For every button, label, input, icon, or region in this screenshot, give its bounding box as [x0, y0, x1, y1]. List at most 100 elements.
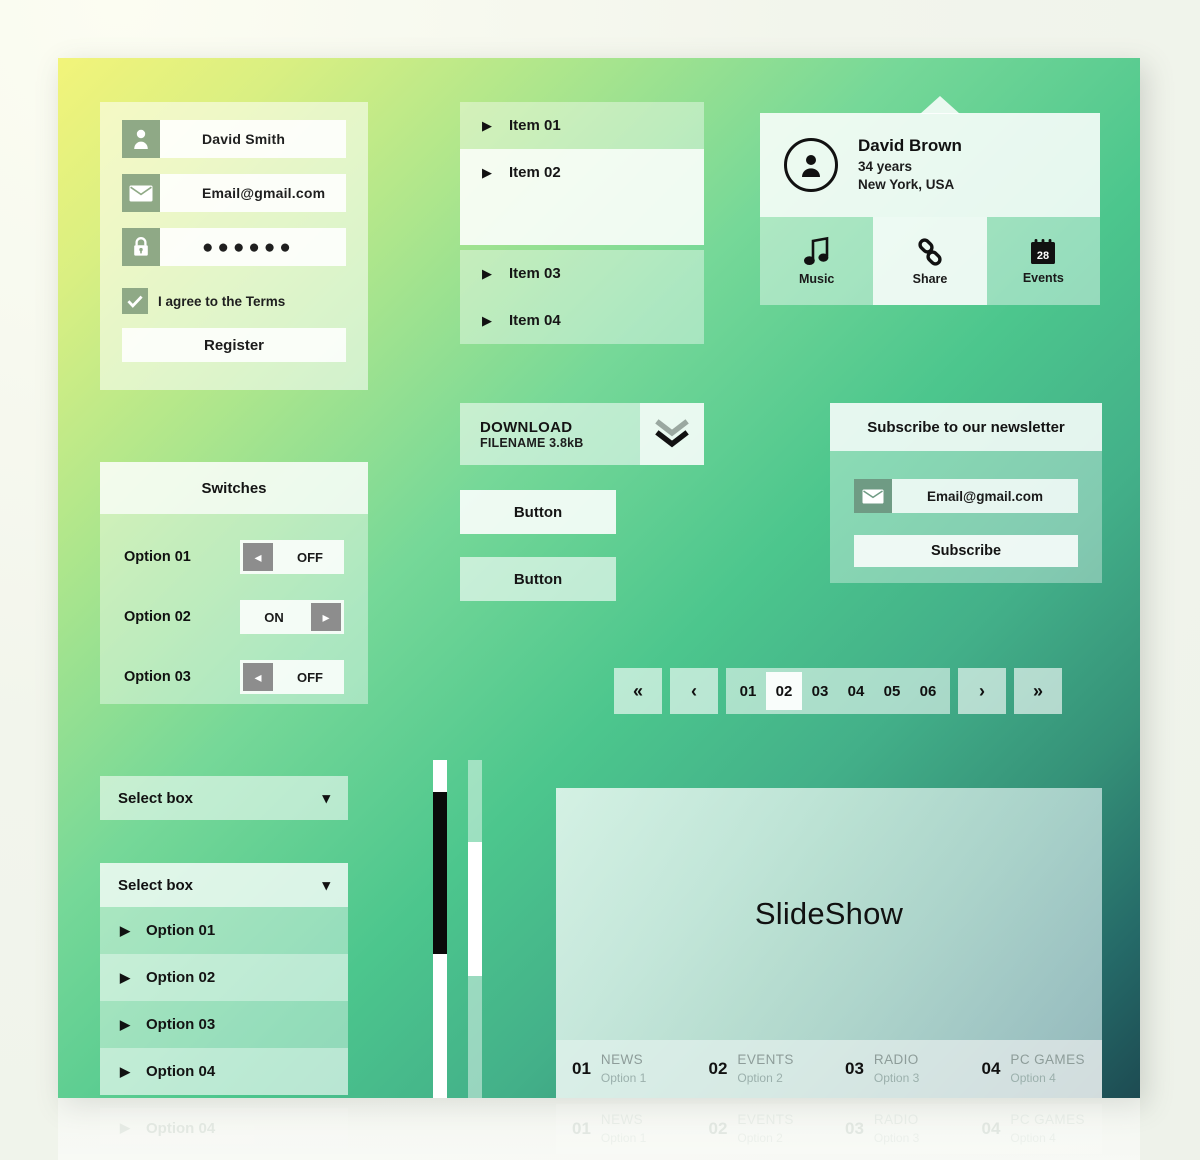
profile-action-share[interactable]: Share — [873, 217, 987, 305]
pagination-page-06[interactable]: 06 — [910, 672, 946, 710]
pagination-page-01[interactable]: 01 — [730, 672, 766, 710]
envelope-icon — [122, 174, 160, 212]
play-caret-icon: ▶ — [120, 969, 130, 985]
reflection-slideshow-tabs: 01 NEWS Option 1 02 EVENTS Option 2 03 R… — [556, 1104, 1102, 1154]
terms-label: I agree to the Terms — [158, 293, 286, 309]
button-primary[interactable]: Button — [460, 490, 616, 534]
accordion-item-label: Item 01 — [509, 117, 561, 134]
select-box-open-header[interactable]: Select box ▾ — [100, 863, 348, 907]
pagination-page-03[interactable]: 03 — [802, 672, 838, 710]
download-text: DOWNLOAD FILENAME 3.8kB — [460, 403, 640, 465]
switches-title: Switches — [100, 462, 368, 514]
reflection-tab-title: EVENTS — [737, 1112, 794, 1127]
profile-header: David Brown 34 years New York, USA — [760, 113, 1100, 217]
music-note-icon — [803, 236, 829, 265]
pagination-first-button[interactable]: « — [614, 668, 662, 714]
accordion-item-4[interactable]: ▶ Item 04 — [460, 297, 704, 344]
pagination-prev-button[interactable]: ‹ — [670, 668, 718, 714]
reflection-tab-text: RADIO Option 3 — [874, 1111, 919, 1147]
play-caret-icon: ▶ — [482, 313, 492, 328]
calendar-day: 28 — [1037, 250, 1049, 262]
accordion-item-3[interactable]: ▶ Item 03 — [460, 250, 704, 297]
play-caret-icon: ▶ — [120, 1120, 130, 1135]
double-chevron-down-icon[interactable] — [640, 403, 704, 465]
accordion-item-1[interactable]: ▶ Item 01 — [460, 102, 704, 149]
select-box-closed[interactable]: Select box ▾ — [100, 776, 348, 820]
reflection-tab-03: 03 RADIO Option 3 — [829, 1104, 966, 1154]
password-field-row[interactable]: ●●●●●● — [122, 228, 346, 266]
name-field-row[interactable]: David Smith — [122, 120, 346, 158]
subscribe-button[interactable]: Subscribe — [854, 535, 1078, 567]
register-button[interactable]: Register — [122, 328, 346, 362]
pagination-page-04[interactable]: 04 — [838, 672, 874, 710]
slideshow-tab-text: EVENTS Option 2 — [737, 1051, 793, 1087]
accordion-item-label: Item 03 — [509, 265, 561, 282]
scrollbar-dark-thumb[interactable] — [433, 792, 447, 954]
name-input[interactable]: David Smith — [160, 120, 346, 158]
slideshow-tab-subtitle: Option 2 — [737, 1071, 783, 1085]
slideshow-stage[interactable]: SlideShow — [556, 788, 1102, 1040]
slideshow-tab-01[interactable]: 01 NEWS Option 1 — [556, 1040, 693, 1098]
select-option-1[interactable]: ▶ Option 01 — [100, 907, 348, 954]
select-option-label: Option 02 — [146, 969, 216, 986]
password-input[interactable]: ●●●●●● — [160, 228, 346, 266]
slideshow-tab-02[interactable]: 02 EVENTS Option 2 — [693, 1040, 830, 1098]
pagination-page-02[interactable]: 02 — [766, 672, 802, 710]
slideshow-tab-subtitle: Option 1 — [600, 1071, 647, 1085]
profile-action-label: Share — [912, 272, 948, 286]
slideshow-tab-03[interactable]: 03 RADIO Option 3 — [829, 1040, 966, 1098]
download-bar[interactable]: DOWNLOAD FILENAME 3.8kB — [460, 403, 704, 465]
scrollbar-dark-track[interactable] — [433, 760, 447, 1098]
button-secondary[interactable]: Button — [460, 557, 616, 601]
slideshow-tabs: 01 NEWS Option 1 02 EVENTS Option 2 03 R… — [556, 1040, 1102, 1098]
pagination: « ‹ 01 02 03 04 05 06 › » — [614, 668, 1062, 714]
profile-action-music[interactable]: Music — [760, 217, 873, 305]
terms-checkbox[interactable] — [122, 288, 148, 314]
slideshow-tab-number: 04 — [981, 1059, 1001, 1078]
newsletter-email-input[interactable]: Email@gmail.com — [892, 479, 1078, 513]
slideshow-tab-04[interactable]: 04 PC GAMES Option 4 — [966, 1040, 1103, 1098]
toggle-option-01[interactable]: ◂ OFF — [240, 540, 344, 574]
accordion-item-label: Item 04 — [509, 312, 561, 329]
download-title: DOWNLOAD — [480, 418, 573, 436]
scrollbar-light-thumb[interactable] — [468, 842, 482, 976]
pagination-next-button[interactable]: › — [958, 668, 1006, 714]
newsletter-field[interactable]: Email@gmail.com — [854, 479, 1078, 513]
reflection-tab-subtitle: Option 3 — [873, 1131, 920, 1145]
accordion-item-2[interactable]: ▶ Item 02 — [460, 149, 704, 196]
profile-name: David Brown — [858, 136, 962, 156]
lock-icon — [122, 228, 160, 266]
reflection-tab-text: PC GAMES Option 4 — [1010, 1111, 1084, 1147]
toggle-option-03[interactable]: ◂ OFF — [240, 660, 344, 694]
terms-row[interactable]: I agree to the Terms — [122, 288, 285, 314]
pagination-last-button[interactable]: » — [1014, 668, 1062, 714]
reflection-tab-title: NEWS — [600, 1112, 644, 1127]
pagination-page-05[interactable]: 05 — [874, 672, 910, 710]
user-icon — [122, 120, 160, 158]
slideshow-tab-subtitle: Option 3 — [873, 1071, 920, 1085]
select-box-closed-header[interactable]: Select box ▾ — [100, 776, 348, 820]
reflection-select-option: ▶ Option 04 — [100, 1108, 348, 1148]
select-option-4[interactable]: ▶ Option 04 — [100, 1048, 348, 1095]
reflection-tab-subtitle: Option 1 — [600, 1131, 647, 1145]
select-option-2[interactable]: ▶ Option 02 — [100, 954, 348, 1001]
select-box-open: Select box ▾ ▶ Option 01 ▶ Option 02 ▶ O… — [100, 863, 348, 1095]
switch-row-1: Option 01 ◂ OFF — [124, 540, 368, 574]
select-option-3[interactable]: ▶ Option 03 — [100, 1001, 348, 1048]
slideshow: SlideShow 01 NEWS Option 1 02 EVENTS Opt… — [556, 788, 1102, 1098]
scrollbar-light-track[interactable] — [468, 760, 482, 1098]
accordion-item-label: Item 02 — [509, 164, 561, 181]
play-caret-icon: ▶ — [482, 118, 492, 133]
switch-label: Option 02 — [124, 609, 191, 625]
profile-action-events[interactable]: 28 Events — [987, 217, 1100, 305]
popover-arrow — [920, 96, 960, 114]
download-subtitle: FILENAME 3.8kB — [480, 435, 584, 450]
reflection-tab-number: 02 — [708, 1119, 728, 1138]
email-input[interactable]: Email@gmail.com — [160, 174, 346, 212]
toggle-option-02[interactable]: ON ▸ — [240, 600, 344, 634]
reflection-tab-number: 01 — [572, 1119, 591, 1138]
email-field-row[interactable]: Email@gmail.com — [122, 174, 346, 212]
slideshow-tab-title: RADIO — [873, 1052, 919, 1067]
profile-action-row: Music Share 28 Events — [760, 217, 1100, 305]
newsletter-title: Subscribe to our newsletter — [830, 403, 1102, 451]
